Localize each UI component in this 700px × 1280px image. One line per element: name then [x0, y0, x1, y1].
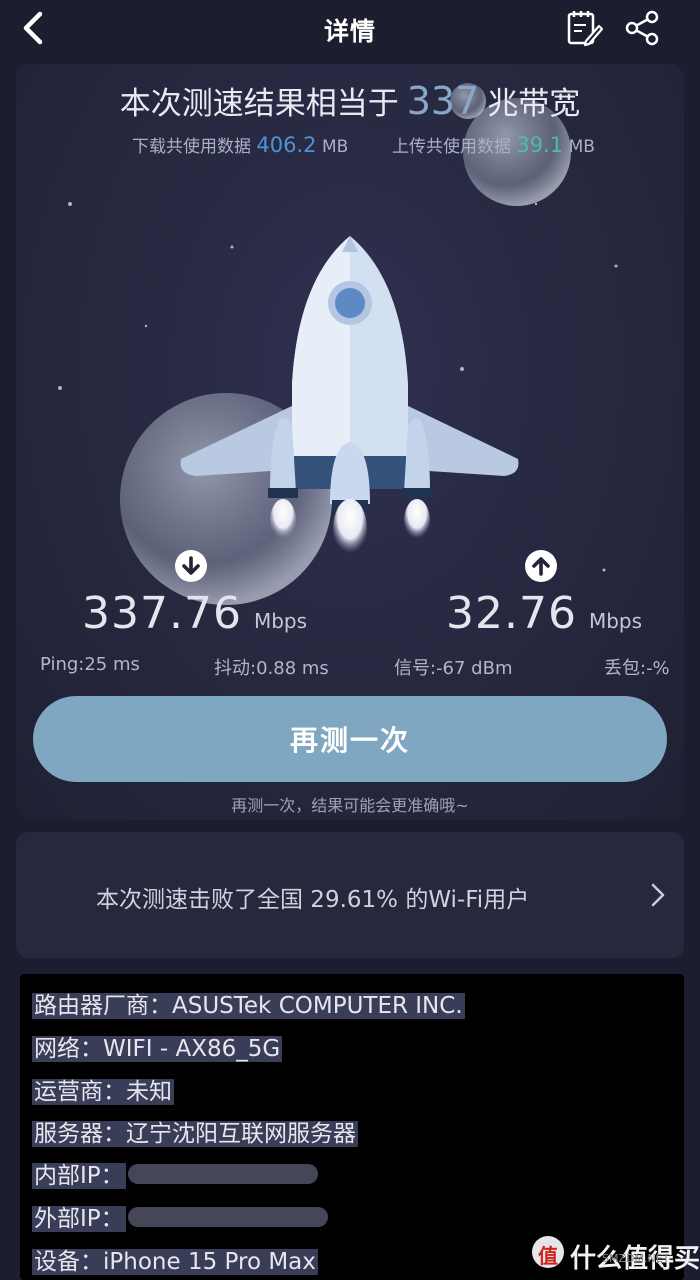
upload-data-unit: MB: [568, 137, 595, 157]
device-info-panel: 路由器厂商：ASUSTek COMPUTER INC. 网络：WIFI - AX…: [20, 974, 684, 1280]
share-icon[interactable]: [622, 8, 664, 48]
ping-metric: Ping:25 ms: [40, 654, 140, 675]
external-ip-label: 外部IP：: [32, 1206, 126, 1232]
server-text: 服务器：辽宁沈阳互联网服务器: [32, 1121, 358, 1147]
signal-metric: 信号:-67 dBm: [394, 658, 513, 679]
headline-suffix: 兆带宽: [487, 86, 581, 122]
retest-button[interactable]: 再测一次: [33, 696, 667, 782]
upload-data-label: 上传共使用数据: [392, 137, 511, 157]
upload-data-value: 39.1: [516, 133, 564, 157]
server-row: 服务器：辽宁沈阳互联网服务器: [32, 1114, 358, 1148]
watermark-logo: 值: [532, 1236, 564, 1268]
upload-speed-value: 32.76: [446, 588, 577, 639]
download-data-usage: 下载共使用数据 406.2 MB: [132, 132, 348, 157]
jitter-metric: 抖动:0.88 ms: [214, 658, 329, 679]
download-speed-value: 337.76: [82, 588, 242, 639]
ranking-card[interactable]: 本次测速击败了全国 29.61% 的Wi-Fi用户: [16, 832, 684, 958]
device-text: 设备：iPhone 15 Pro Max: [32, 1249, 318, 1275]
carrier-text: 运营商：未知: [32, 1079, 174, 1105]
ranking-text: 本次测速击败了全国 29.61% 的Wi-Fi用户: [96, 887, 530, 913]
download-speed-unit: Mbps: [253, 609, 308, 633]
bandwidth-headline: 本次测速结果相当于 337 兆带宽: [16, 78, 684, 123]
router-vendor-text: 路由器厂商：ASUSTek COMPUTER INC.: [32, 993, 465, 1019]
packet-loss-metric: 丢包:-%: [604, 658, 670, 679]
download-data-label: 下载共使用数据: [132, 137, 251, 157]
download-arrow-icon: [175, 550, 207, 582]
download-data-unit: MB: [321, 137, 349, 157]
external-ip-row: 外部IP：: [32, 1199, 126, 1233]
internal-ip-redacted: [128, 1164, 318, 1184]
chevron-right-icon: [651, 883, 665, 907]
edit-note-icon[interactable]: [562, 8, 604, 48]
internal-ip-row: 内部IP：: [32, 1156, 126, 1190]
router-vendor-row: 路由器厂商：ASUSTek COMPUTER INC.: [32, 986, 465, 1020]
upload-arrow-icon: [525, 550, 557, 582]
upload-data-usage: 上传共使用数据 39.1 MB: [392, 132, 595, 157]
headline-prefix: 本次测速结果相当于: [119, 86, 399, 122]
carrier-row: 运营商：未知: [32, 1072, 174, 1106]
top-bar: 详情: [0, 0, 700, 56]
watermark-sub: SMZDM.NET: [602, 1252, 670, 1265]
watermark-logo-char: 值: [538, 1244, 558, 1268]
bandwidth-value: 337: [406, 79, 480, 123]
device-row: 设备：iPhone 15 Pro Max: [32, 1242, 318, 1276]
network-row: 网络：WIFI - AX86_5G: [32, 1029, 283, 1063]
result-card: 本次测速结果相当于 337 兆带宽 下载共使用数据 406.2 MB 上传共使用数据…: [16, 64, 684, 820]
download-data-value: 406.2: [256, 133, 317, 157]
retest-hint: 再测一次，结果可能会更准确哦~: [231, 796, 469, 815]
upload-speed-unit: Mbps: [588, 609, 643, 633]
internal-ip-label: 内部IP：: [32, 1163, 126, 1189]
upload-speed: 32.76 Mbps: [446, 588, 642, 639]
external-ip-redacted: [128, 1207, 328, 1227]
network-text: 网络：WIFI - AX86_5G: [32, 1036, 283, 1062]
download-speed: 337.76 Mbps: [82, 588, 307, 639]
